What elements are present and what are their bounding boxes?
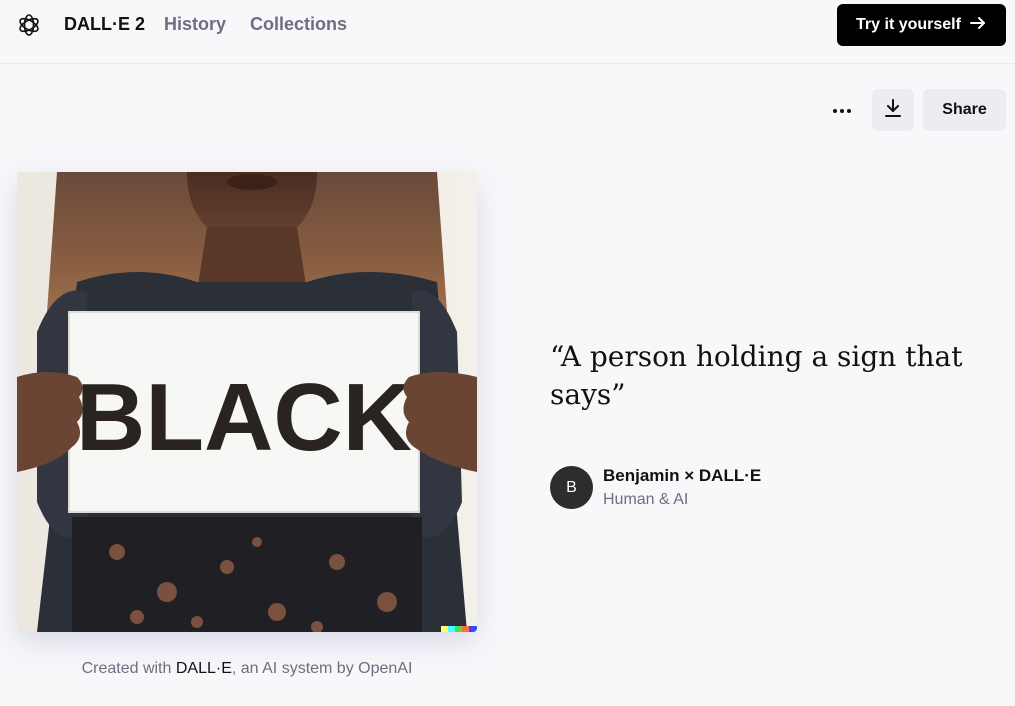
dalle-watermark xyxy=(441,626,477,632)
share-button[interactable]: Share xyxy=(923,89,1006,131)
try-it-yourself-label: Try it yourself xyxy=(856,16,961,33)
author-role: Human & AI xyxy=(603,491,689,508)
caption-brand: DALL·E xyxy=(175,660,232,677)
prompt-text: “A person holding a sign that says” xyxy=(550,340,963,411)
top-navigation: DALL·E 2 History Collections Try it your… xyxy=(0,0,1015,64)
caption-suffix: , an AI system by OpenAI xyxy=(231,660,413,677)
openai-logo-icon[interactable] xyxy=(16,12,42,38)
more-options-button[interactable] xyxy=(824,92,860,128)
avatar: B xyxy=(550,466,593,509)
try-it-yourself-button[interactable]: Try it yourself xyxy=(837,4,1006,46)
download-button[interactable] xyxy=(872,89,914,131)
download-icon xyxy=(884,98,902,123)
nav-brand[interactable]: DALL·E 2 xyxy=(64,14,145,35)
image-caption: Created with DALL·E, an AI system by Ope… xyxy=(17,660,477,678)
generated-image[interactable]: BLACK xyxy=(17,172,477,632)
ellipsis-icon xyxy=(832,101,852,119)
caption-prefix: Created with xyxy=(81,660,176,677)
generated-image-illustration: BLACK xyxy=(17,172,477,632)
author-name: Benjamin × DALL·E xyxy=(603,466,762,485)
arrow-right-icon xyxy=(969,14,987,37)
nav-collections-link[interactable]: Collections xyxy=(250,14,347,35)
sign-text: BLACK xyxy=(76,364,412,471)
nav-history-link[interactable]: History xyxy=(164,14,226,35)
